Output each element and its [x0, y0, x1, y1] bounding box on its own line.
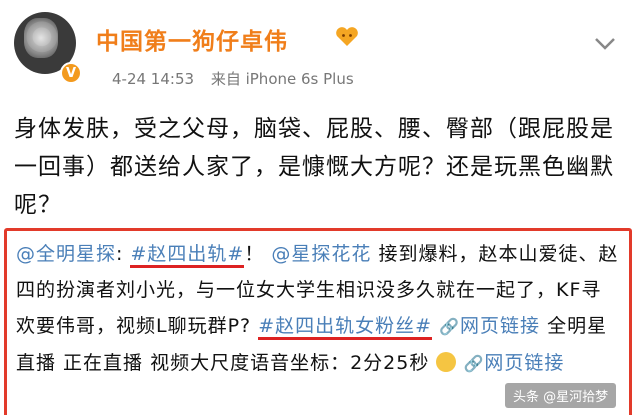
heart-emoji-icon [336, 27, 358, 46]
watermark: 头条 @星河拾梦 [505, 383, 617, 408]
mention-link[interactable]: @星探花花 [271, 243, 371, 265]
clock-emoji-icon [436, 352, 457, 372]
username[interactable]: 中国第一狗仔卓伟 [96, 22, 288, 56]
separator: : [116, 243, 124, 265]
web-link[interactable]: 网页链接 [460, 315, 540, 337]
hashtag-link[interactable]: #赵四出轨女粉丝# [258, 315, 433, 340]
mention-link[interactable]: @全明星探 [16, 243, 116, 265]
post-source: 来自 iPhone 6s Plus [210, 70, 354, 88]
post-meta: 4-24 14:53 来自 iPhone 6s Plus [112, 68, 366, 89]
web-link[interactable]: 网页链接 [484, 352, 564, 374]
exclaim-text: ！ [244, 243, 265, 265]
post-body: 身体发肤，受之父母，脑袋、屁股、腰、臀部（跟屁股是一回事）都送给人家了，是慷慨大… [14, 116, 614, 218]
verified-badge-icon: V [60, 62, 82, 84]
quoted-post: @全明星探: #赵四出轨#！ @星探花花 接到爆料，赵本山爱徒、赵四的扮演者刘小… [16, 236, 620, 382]
chevron-down-icon[interactable] [592, 30, 618, 56]
hashtag-link[interactable]: #赵四出轨# [130, 243, 245, 268]
link-icon: 🔗 [439, 317, 460, 336]
link-icon: 🔗 [463, 354, 485, 373]
post-date: 4-24 14:53 [112, 70, 195, 88]
